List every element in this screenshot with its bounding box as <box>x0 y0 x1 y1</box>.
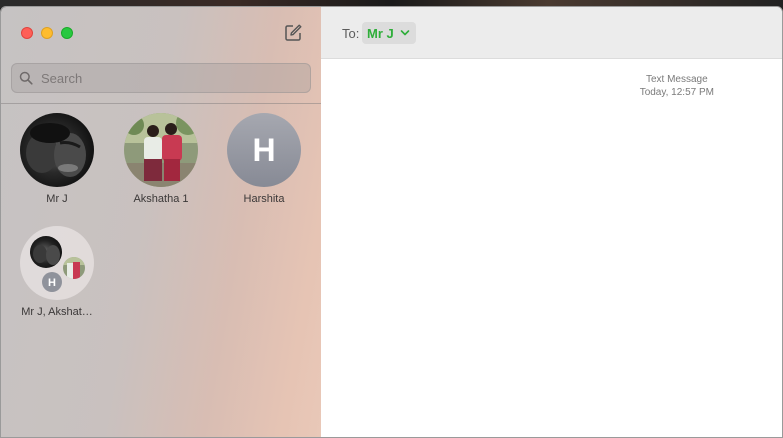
sidebar-divider <box>1 103 321 104</box>
compose-icon <box>285 24 302 41</box>
minimize-window-button[interactable] <box>41 27 53 39</box>
contact-mr-j[interactable]: Mr J <box>12 113 102 205</box>
maximize-window-button[interactable] <box>61 27 73 39</box>
conversation-pane: To: Mr J Text Message Today, 12:57 PM <box>321 7 782 437</box>
contact-name: Akshatha 1 <box>133 193 189 205</box>
contact-group[interactable]: H Mr J, Akshat… <box>12 226 102 318</box>
contact-name: Mr J <box>46 193 68 205</box>
contact-name: Mr J, Akshat… <box>21 306 93 318</box>
timestamp: Today, 12:57 PM <box>639 87 714 98</box>
compose-button[interactable] <box>283 23 303 43</box>
recipient-bar: To: Mr J <box>321 7 782 59</box>
avatar <box>124 113 198 187</box>
avatar <box>20 113 94 187</box>
service-label: Text Message <box>645 74 708 85</box>
chevron-down-icon <box>400 30 410 36</box>
recipient-token[interactable]: Mr J <box>362 22 416 44</box>
group-initial: H <box>48 277 56 289</box>
search-field[interactable] <box>11 63 311 93</box>
contact-akshatha-1[interactable]: Akshatha 1 <box>116 113 206 205</box>
messages-window: Mr J Akshatha 1 <box>0 6 783 438</box>
to-label: To: <box>342 26 360 41</box>
search-icon <box>19 71 33 85</box>
avatar: H <box>227 113 301 187</box>
search-input[interactable] <box>39 69 293 87</box>
contact-harshita[interactable]: H Harshita <box>219 113 309 205</box>
message-meta: Text Message Today, 12:57 PM <box>640 73 714 99</box>
contact-name: Harshita <box>243 193 285 205</box>
sidebar: Mr J Akshatha 1 <box>1 7 321 437</box>
group-avatar: H <box>20 226 94 300</box>
recipient-name: Mr J <box>367 25 394 41</box>
close-window-button[interactable] <box>21 27 33 39</box>
